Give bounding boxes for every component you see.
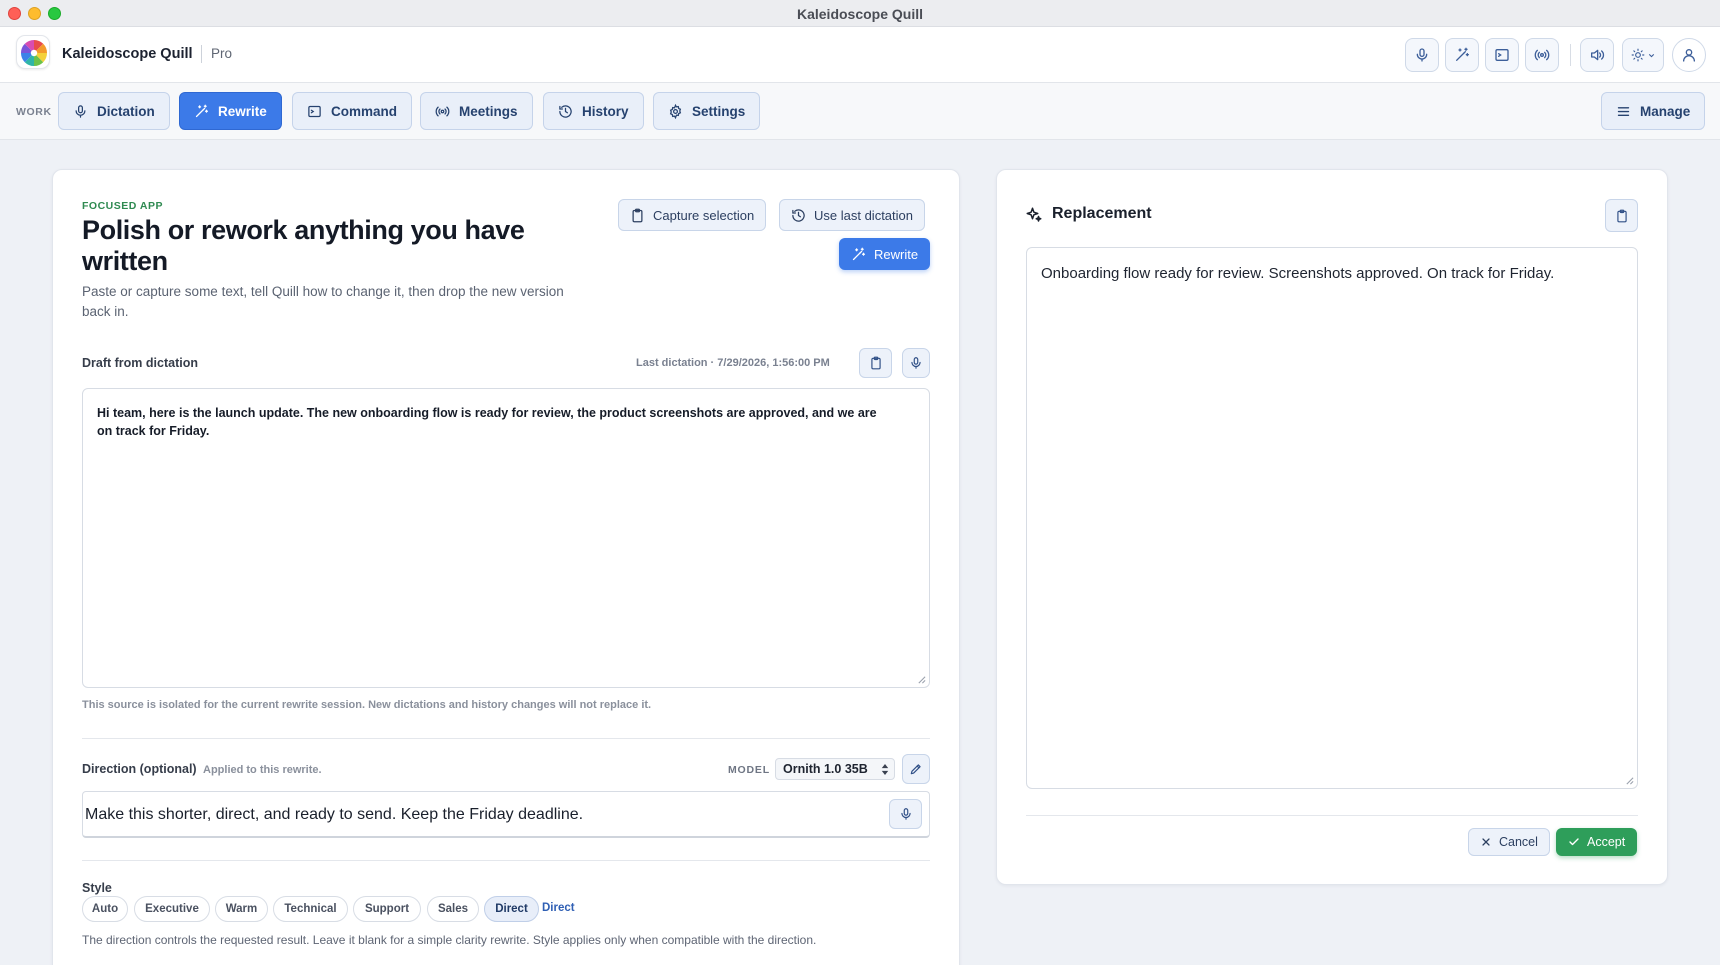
section-divider: [82, 738, 930, 739]
paste-draft-button[interactable]: [859, 348, 892, 378]
dictation-shortcut-button[interactable]: [1405, 38, 1439, 72]
sparkle-icon: [1025, 206, 1043, 224]
close-icon: [1480, 836, 1492, 848]
style-chip-technical[interactable]: Technical: [273, 896, 348, 922]
mic-icon: [909, 356, 923, 370]
tab-history[interactable]: History: [543, 92, 644, 130]
check-icon: [1568, 836, 1580, 848]
speaker-icon: [1589, 47, 1605, 63]
selected-style-label: Direct: [542, 902, 575, 914]
section-divider: [82, 860, 930, 861]
select-arrows-icon: [881, 764, 889, 775]
menu-icon: [1616, 104, 1631, 119]
clipboard-icon: [869, 356, 883, 370]
direction-hint: Applied to this rewrite.: [203, 764, 322, 776]
style-chip-support[interactable]: Support: [353, 896, 421, 922]
section-divider: [1026, 815, 1638, 816]
magic-wand-icon: [1454, 47, 1470, 63]
style-chip-auto[interactable]: Auto: [82, 896, 128, 922]
accept-button[interactable]: Accept: [1556, 828, 1638, 856]
plan-badge: Pro: [211, 46, 233, 61]
magic-wand-icon: [851, 247, 866, 262]
source-isolation-note: This source is isolated for the current …: [82, 699, 652, 711]
manage-button[interactable]: Manage: [1601, 92, 1706, 130]
sun-icon: [1631, 48, 1645, 62]
main-navigation: WORK Dictation Rewrite Command Meetings …: [0, 83, 1720, 140]
header-divider: [1570, 44, 1571, 66]
app-header: Kaleidoscope Quill Pro: [0, 27, 1720, 83]
replacement-panel: Replacement Onboarding flow ready for re…: [996, 169, 1668, 885]
history-icon: [558, 104, 573, 119]
style-chip-warm[interactable]: Warm: [215, 896, 268, 922]
clipboard-icon: [630, 208, 645, 223]
mic-icon: [73, 104, 88, 119]
last-dictation-timestamp: Last dictation · 7/29/2026, 1:56:00 PM: [636, 357, 830, 369]
nav-section-label: WORK: [16, 106, 52, 118]
command-shortcut-button[interactable]: [1485, 38, 1519, 72]
style-chip-sales[interactable]: Sales: [427, 896, 479, 922]
header-divider: [201, 45, 202, 63]
broadcast-icon: [435, 104, 450, 119]
tab-dictation[interactable]: Dictation: [58, 92, 170, 130]
resize-handle-icon[interactable]: [1625, 776, 1634, 785]
direction-text: Make this shorter, direct, and ready to …: [85, 806, 584, 823]
replacement-text: Onboarding flow ready for review. Screen…: [1041, 265, 1555, 282]
tab-command[interactable]: Command: [292, 92, 413, 130]
use-last-dictation-button[interactable]: Use last dictation: [779, 199, 925, 231]
broadcast-icon: [1534, 47, 1550, 63]
draft-text: Hi team, here is the launch update. The …: [97, 406, 877, 438]
user-icon: [1681, 47, 1697, 63]
window-title: Kaleidoscope Quill: [796, 6, 924, 22]
chevron-down-icon: [1647, 51, 1656, 60]
mic-icon: [1414, 47, 1430, 63]
focused-app-label: FOCUSED APP: [82, 200, 163, 212]
window-titlebar: Kaleidoscope Quill: [0, 0, 1720, 27]
magic-wand-icon: [194, 104, 209, 119]
draft-textarea[interactable]: Hi team, here is the launch update. The …: [82, 388, 930, 688]
dictate-draft-button[interactable]: [902, 348, 930, 378]
clipboard-icon: [1615, 209, 1629, 223]
rewrite-shortcut-button[interactable]: [1445, 38, 1479, 72]
draft-label: Draft from dictation: [82, 356, 198, 370]
tab-settings[interactable]: Settings: [653, 92, 761, 130]
history-icon: [791, 208, 806, 223]
direction-label: Direction (optional): [82, 762, 197, 776]
rewrite-panel: FOCUSED APP Polish or rework anything yo…: [52, 169, 960, 965]
copy-replacement-button[interactable]: [1605, 199, 1638, 232]
capture-selection-button[interactable]: Capture selection: [618, 199, 767, 231]
app-logo-icon: [16, 35, 50, 69]
model-label: MODEL: [728, 764, 770, 776]
replacement-title: Replacement: [1052, 205, 1152, 222]
style-chip-direct[interactable]: Direct: [484, 896, 539, 922]
audio-button[interactable]: [1580, 38, 1614, 72]
tab-rewrite[interactable]: Rewrite: [179, 92, 282, 130]
page-title: Polish or rework anything you have writt…: [82, 215, 525, 276]
meetings-shortcut-button[interactable]: [1525, 38, 1559, 72]
tab-meetings[interactable]: Meetings: [420, 92, 533, 130]
style-chip-executive[interactable]: Executive: [134, 896, 210, 922]
account-button[interactable]: [1672, 38, 1706, 72]
style-label: Style: [82, 881, 112, 895]
rewrite-button[interactable]: Rewrite: [839, 238, 931, 270]
page-subtitle: Paste or capture some text, tell Quill h…: [82, 284, 564, 319]
cancel-button[interactable]: Cancel: [1468, 828, 1550, 856]
mic-icon: [899, 807, 913, 821]
app-name: Kaleidoscope Quill: [62, 46, 193, 62]
model-select[interactable]: Ornith 1.0 35B: [775, 758, 895, 780]
theme-dropdown[interactable]: [1622, 38, 1664, 72]
resize-handle-icon[interactable]: [917, 675, 926, 684]
terminal-icon: [307, 104, 322, 119]
gear-icon: [668, 103, 683, 119]
edit-model-button[interactable]: [902, 754, 930, 784]
replacement-textarea[interactable]: Onboarding flow ready for review. Screen…: [1026, 247, 1638, 789]
style-help-text: The direction controls the requested res…: [82, 933, 817, 947]
terminal-icon: [1494, 47, 1510, 63]
direction-input[interactable]: Make this shorter, direct, and ready to …: [82, 791, 930, 838]
dictate-direction-button[interactable]: [889, 799, 922, 829]
pencil-icon: [909, 762, 923, 776]
